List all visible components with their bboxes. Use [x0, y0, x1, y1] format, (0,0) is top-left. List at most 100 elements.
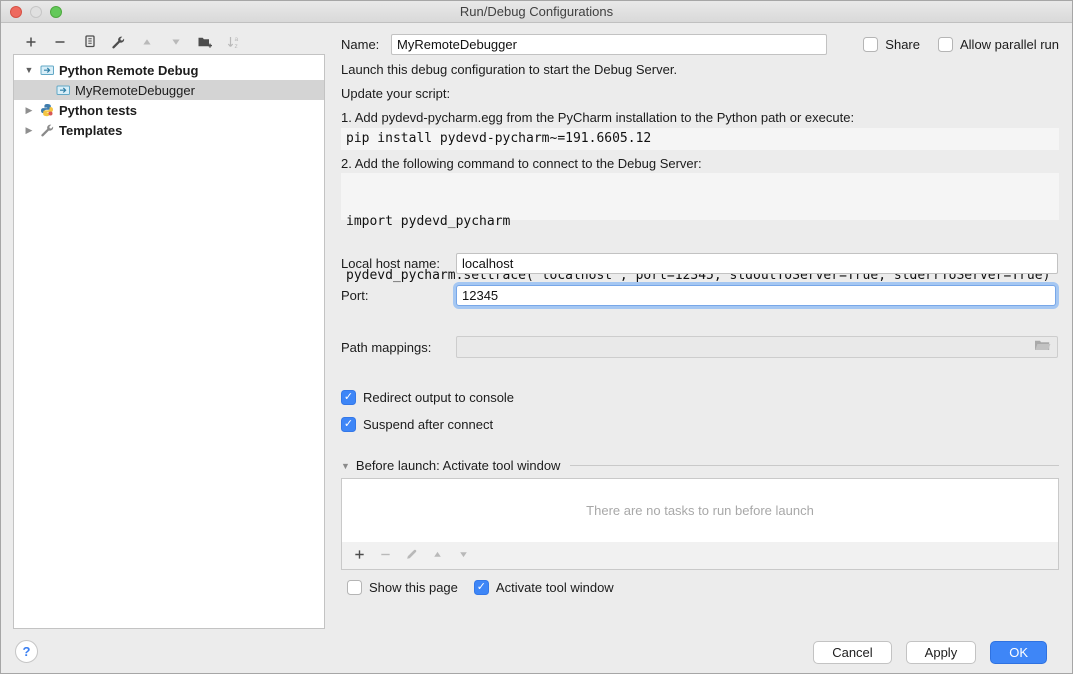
settrace-snippet: import pydevd_pycharm pydevd_pycharm.set… — [341, 173, 1059, 220]
chevron-down-icon[interactable]: ▼ — [20, 65, 38, 75]
edit-templates-button[interactable] — [103, 32, 132, 54]
checkmark-icon: ✓ — [477, 582, 486, 593]
activate-tool-window-option: ✓ Activate tool window — [474, 580, 614, 595]
remote-debug-icon — [54, 83, 72, 97]
allow-parallel-run-label: Allow parallel run — [960, 37, 1059, 52]
instruction-step2: 2. Add the following command to connect … — [341, 156, 702, 171]
suspend-after-connect-option: ✓ Suspend after connect — [341, 416, 1059, 432]
move-down-button[interactable] — [161, 32, 190, 54]
pip-install-snippet: pip install pydevd-pycharm~=191.6605.12 — [341, 128, 1059, 150]
sort-az-icon: az — [226, 35, 241, 52]
share-label: Share — [885, 37, 920, 52]
chevron-down-icon[interactable]: ▼ — [341, 461, 350, 471]
settrace-line-1: import pydevd_pycharm — [346, 213, 1059, 231]
arrow-up-icon — [432, 548, 443, 563]
folder-icon — [1034, 339, 1051, 355]
remove-task-button[interactable] — [372, 545, 398, 567]
divider — [570, 465, 1059, 466]
move-task-up-button[interactable] — [424, 545, 450, 567]
help-button[interactable]: ? — [15, 640, 38, 663]
share-option: ✓ Share — [863, 37, 920, 52]
activate-tool-window-checkbox[interactable]: ✓ — [474, 580, 489, 595]
redirect-output-checkbox[interactable]: ✓ — [341, 390, 356, 405]
before-launch-toolbar — [341, 542, 1059, 570]
tree-item-label: MyRemoteDebugger — [75, 83, 195, 98]
show-this-page-option: ✓ Show this page — [347, 580, 458, 595]
tree-item-label: Python Remote Debug — [59, 63, 198, 78]
activate-tool-window-label: Activate tool window — [496, 580, 614, 595]
local-host-row: Local host name: — [341, 252, 1059, 274]
redirect-output-option: ✓ Redirect output to console — [341, 389, 1059, 405]
tree-item-python-tests[interactable]: ▶ Python tests — [14, 100, 324, 120]
suspend-after-connect-checkbox[interactable]: ✓ — [341, 417, 356, 432]
checkmark-icon: ✓ — [344, 419, 353, 430]
svg-text:z: z — [235, 43, 238, 49]
arrow-down-icon — [170, 36, 182, 51]
minus-icon — [53, 35, 67, 52]
port-row: Port: — [341, 283, 1059, 307]
minus-icon — [379, 548, 392, 564]
edit-task-button[interactable] — [398, 545, 424, 567]
path-mappings-label: Path mappings: — [341, 340, 456, 355]
arrow-up-icon — [141, 36, 153, 51]
wrench-icon — [111, 35, 125, 52]
question-mark-icon: ? — [23, 644, 31, 659]
move-up-button[interactable] — [132, 32, 161, 54]
titlebar[interactable]: Run/Debug Configurations — [1, 1, 1072, 23]
arrow-down-icon — [458, 548, 469, 563]
show-this-page-label: Show this page — [369, 580, 458, 595]
remote-debug-icon — [38, 63, 56, 77]
wrench-icon — [38, 123, 56, 137]
sort-configurations-button[interactable]: az — [219, 32, 248, 54]
empty-tasks-message: There are no tasks to run before launch — [586, 503, 814, 518]
folder-plus-icon — [197, 35, 213, 52]
create-folder-button[interactable] — [190, 32, 219, 54]
instruction-update: Update your script: — [341, 86, 450, 101]
plus-icon — [24, 35, 38, 52]
port-label: Port: — [341, 288, 456, 303]
suspend-after-connect-label: Suspend after connect — [363, 417, 493, 432]
tree-item-myremotedebugger[interactable]: MyRemoteDebugger — [14, 80, 324, 100]
allow-parallel-option: ✓ Allow parallel run — [938, 37, 1059, 52]
cancel-button[interactable]: Cancel — [813, 641, 891, 664]
move-task-down-button[interactable] — [450, 545, 476, 567]
svg-text:a: a — [235, 36, 239, 43]
ok-button[interactable]: OK — [990, 641, 1047, 664]
local-host-input[interactable] — [456, 253, 1058, 274]
copy-configuration-button[interactable] — [74, 32, 103, 54]
tree-item-python-remote-debug[interactable]: ▼ Python Remote Debug — [14, 60, 324, 80]
copy-icon — [81, 34, 96, 52]
name-label: Name: — [341, 37, 391, 52]
configurations-toolbar: az — [16, 32, 248, 54]
path-mappings-field[interactable] — [456, 336, 1058, 358]
instruction-step1: 1. Add pydevd-pycharm.egg from the PyCha… — [341, 110, 854, 125]
tree-item-label: Templates — [59, 123, 122, 138]
port-input[interactable] — [456, 285, 1056, 306]
dialog-buttons: Cancel Apply OK — [813, 641, 1047, 664]
chevron-right-icon[interactable]: ▶ — [20, 105, 38, 116]
local-host-label: Local host name: — [341, 256, 456, 271]
share-checkbox[interactable]: ✓ — [863, 37, 878, 52]
run-debug-configurations-dialog: Run/Debug Configurations az ▼ — [0, 0, 1073, 674]
add-configuration-button[interactable] — [16, 32, 45, 54]
apply-button[interactable]: Apply — [906, 641, 977, 664]
python-icon — [38, 103, 56, 117]
name-row: Name: ✓ Share ✓ Allow parallel run — [341, 33, 1059, 55]
path-mappings-row: Path mappings: — [341, 336, 1059, 358]
allow-parallel-run-checkbox[interactable]: ✓ — [938, 37, 953, 52]
before-launch-title: Before launch: Activate tool window — [356, 458, 561, 473]
before-launch-section-header[interactable]: ▼ Before launch: Activate tool window — [341, 458, 1059, 473]
page-options-row: ✓ Show this page ✓ Activate tool window — [341, 579, 1059, 595]
tree-item-templates[interactable]: ▶ Templates — [14, 120, 324, 140]
chevron-right-icon[interactable]: ▶ — [20, 125, 38, 136]
window-title: Run/Debug Configurations — [1, 4, 1072, 19]
add-task-button[interactable] — [346, 545, 372, 567]
redirect-output-label: Redirect output to console — [363, 390, 514, 405]
name-input[interactable] — [391, 34, 827, 55]
browse-button[interactable] — [1030, 339, 1054, 355]
tree-item-label: Python tests — [59, 103, 137, 118]
instruction-intro: Launch this debug configuration to start… — [341, 62, 677, 77]
remove-configuration-button[interactable] — [45, 32, 74, 54]
before-launch-task-list[interactable]: There are no tasks to run before launch — [341, 478, 1059, 543]
show-this-page-checkbox[interactable]: ✓ — [347, 580, 362, 595]
